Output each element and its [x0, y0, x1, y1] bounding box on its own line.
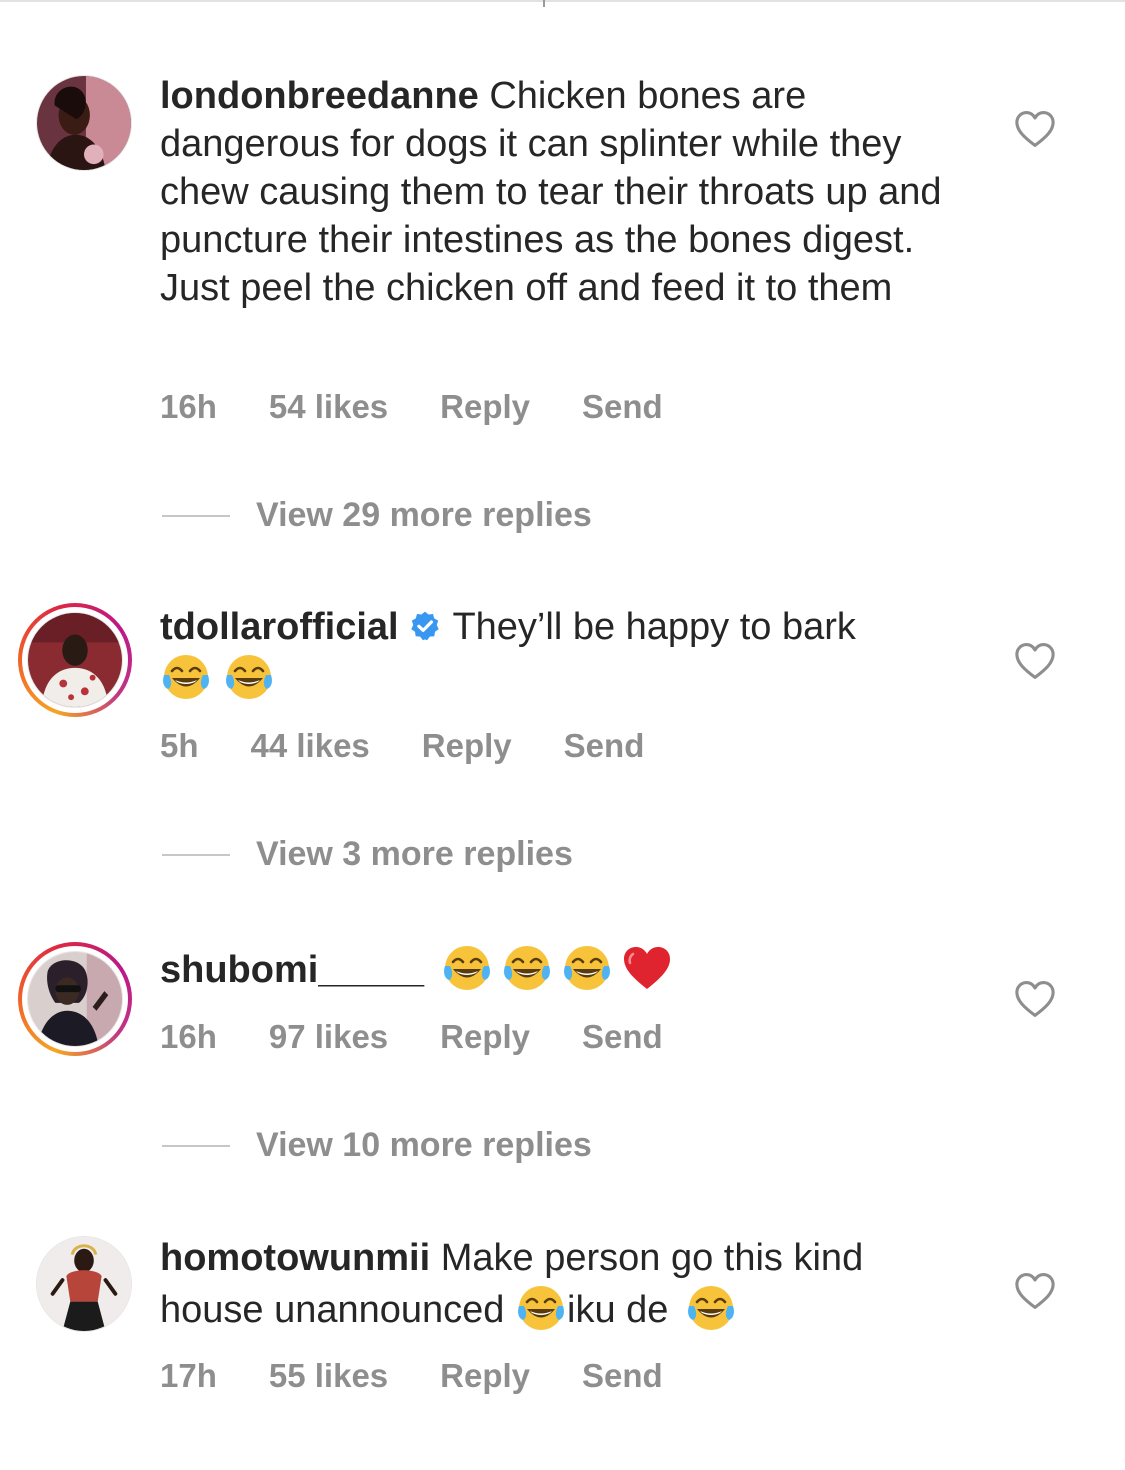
verified-badge-icon [410, 611, 439, 641]
red-heart-emoji-icon [621, 942, 673, 994]
send-button[interactable]: Send [564, 727, 645, 765]
tears-of-joy-emoji-icon [561, 942, 613, 994]
comment-time: 17h [160, 1357, 217, 1394]
like-heart-icon[interactable] [1014, 642, 1056, 680]
comment-body: londonbreedanne Chicken bones are danger… [160, 72, 960, 312]
avatar-ring-gap [22, 946, 128, 1052]
comment-username[interactable]: shubomi_____ [160, 949, 424, 991]
send-button[interactable]: Send [582, 1357, 663, 1395]
reply-button[interactable]: Reply [422, 727, 512, 765]
comment-time: 16h [160, 388, 217, 425]
profile-photo [36, 75, 132, 171]
reply-button[interactable]: Reply [440, 1018, 530, 1056]
comment-username[interactable]: homotowunmii [160, 1237, 430, 1279]
profile-photo-graphic [37, 1237, 131, 1331]
tears-of-joy-emoji-icon [160, 651, 212, 703]
comment-meta: 16h 54 likes Reply Send [160, 388, 663, 426]
comment-body: tdollarofficial They’ll be happy to bark [160, 603, 960, 703]
send-button[interactable]: Send [582, 388, 663, 426]
top-divider-tick [543, 0, 545, 7]
profile-photo-graphic [28, 613, 122, 707]
view-replies-label: View 10 more replies [256, 1126, 592, 1164]
tears-of-joy-emoji-icon [441, 942, 493, 994]
comment-meta: 17h 55 likes Reply Send [160, 1357, 663, 1395]
comment-text-suffix: iku de [567, 1289, 669, 1331]
avatar-story-ring[interactable] [18, 942, 132, 1056]
reply-button[interactable]: Reply [440, 1357, 530, 1395]
view-replies-button[interactable]: View 3 more replies [162, 835, 573, 874]
tears-of-joy-emoji-icon [515, 1282, 567, 1334]
tears-of-joy-emoji-icon [501, 942, 553, 994]
view-replies-line [162, 514, 230, 517]
view-replies-button[interactable]: View 10 more replies [162, 1126, 592, 1165]
comment-likes[interactable]: 54 likes [269, 388, 388, 426]
view-replies-label: View 3 more replies [256, 835, 573, 873]
comment-meta: 5h 44 likes Reply Send [160, 727, 644, 765]
view-replies-button[interactable]: View 29 more replies [162, 496, 592, 535]
comment-time: 16h [160, 1018, 217, 1055]
profile-photo-graphic [28, 952, 122, 1046]
avatar-ring-gap [22, 607, 128, 713]
comment-body: homotowunmii Make person go this kind ho… [160, 1234, 960, 1334]
comment-username[interactable]: londonbreedanne [160, 75, 479, 117]
comment-body: shubomi_____ [160, 942, 960, 994]
view-replies-line [162, 853, 230, 856]
tears-of-joy-emoji-icon [223, 651, 275, 703]
comment-likes[interactable]: 97 likes [269, 1018, 388, 1056]
like-heart-icon[interactable] [1014, 1272, 1056, 1310]
avatar[interactable] [36, 1236, 132, 1332]
profile-photo [36, 1236, 132, 1332]
like-heart-icon[interactable] [1014, 980, 1056, 1018]
view-replies-line [162, 1144, 230, 1147]
top-divider [0, 0, 1125, 2]
comment-meta: 16h 97 likes Reply Send [160, 1018, 663, 1056]
send-button[interactable]: Send [582, 1018, 663, 1056]
comment-likes[interactable]: 55 likes [269, 1357, 388, 1395]
profile-photo [27, 951, 123, 1047]
profile-photo [27, 612, 123, 708]
comment-time: 5h [160, 727, 199, 764]
comment-text: They’ll be happy to bark [452, 606, 856, 648]
view-replies-label: View 29 more replies [256, 496, 592, 534]
avatar[interactable] [36, 75, 132, 171]
comment-username[interactable]: tdollarofficial [160, 606, 399, 648]
reply-button[interactable]: Reply [440, 388, 530, 426]
profile-photo-graphic [37, 76, 131, 170]
avatar-story-ring[interactable] [18, 603, 132, 717]
tears-of-joy-emoji-icon [685, 1282, 737, 1334]
comment-likes[interactable]: 44 likes [251, 727, 370, 765]
like-heart-icon[interactable] [1014, 110, 1056, 148]
